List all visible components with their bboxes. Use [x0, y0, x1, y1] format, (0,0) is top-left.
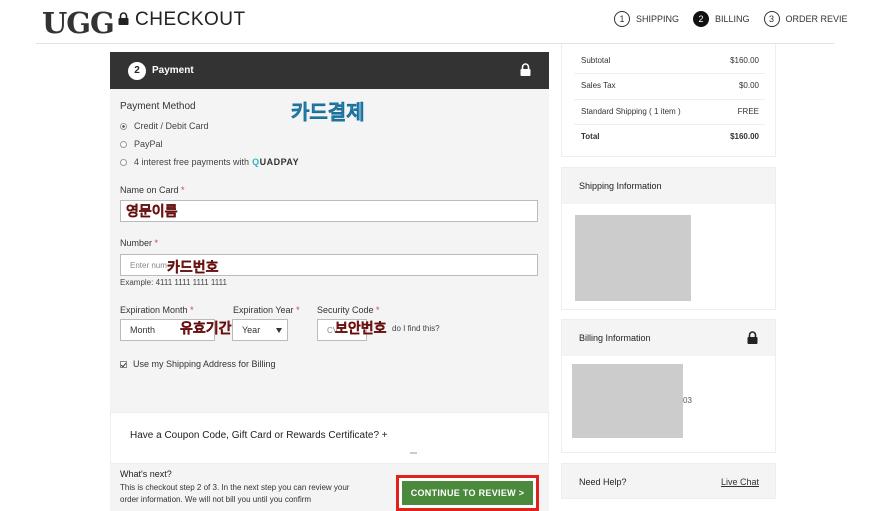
summary-row-total: Total $160.00 [581, 132, 759, 141]
payment-step-number: 2 [128, 61, 146, 80]
shipping-info-header: Shipping Information [562, 168, 775, 204]
security-code-help-link[interactable]: do I find this? [392, 324, 440, 333]
step-shipping[interactable]: 1 SHIPPING [614, 11, 679, 27]
live-chat-link[interactable]: Live Chat [721, 477, 759, 487]
billing-info-header: Billing Information [562, 320, 775, 356]
radio-paypal[interactable]: PayPal [120, 139, 163, 149]
card-number-label: Number * [120, 238, 159, 248]
radio-label: PayPal [134, 139, 163, 149]
whats-next-description: This is checkout step 2 of 3. In the nex… [120, 483, 350, 504]
coupon-handle [410, 452, 417, 454]
redacted-billing-address [572, 364, 683, 438]
need-help-title: Need Help? [579, 477, 627, 487]
continue-to-review-button[interactable]: CONTINUE TO REVIEW > [402, 481, 533, 505]
name-on-card-input[interactable] [120, 200, 538, 222]
use-shipping-address-row[interactable]: Use my Shipping Address for Billing [120, 359, 276, 369]
order-summary: Subtotal $160.00 Sales Tax $0.00 Standard … [561, 44, 776, 157]
radio-icon[interactable] [120, 140, 127, 148]
card-number-example: Example: 4111 1111 1111 1111 [120, 278, 227, 287]
annotation-security-number: 보안번호 [335, 320, 387, 336]
summary-row-sales-tax: Sales Tax $0.00 [581, 81, 759, 90]
name-on-card-label: Name on Card * [120, 185, 185, 195]
step-order-review[interactable]: 3 ORDER REVIE [763, 11, 848, 27]
whats-next-title: What's next? [120, 469, 172, 479]
card-number-placeholder: Enter num [130, 260, 167, 270]
step-billing[interactable]: 2 BILLING [693, 11, 750, 27]
need-help-panel: Need Help? Live Chat [561, 463, 776, 499]
lock-icon [747, 331, 758, 344]
redacted-shipping-address [575, 215, 691, 301]
summary-row-shipping: Standard Shipping ( 1 item ) FREE [581, 107, 759, 116]
billing-info-title: Billing Information [579, 333, 651, 343]
annotation-expiry: 유효기간 [180, 320, 232, 336]
summary-divider [574, 99, 765, 100]
radio-label: 4 interest free payments with [134, 157, 250, 167]
header: UGG CHECKOUT 1 SHIPPING 2 BILLING 3 ORDE… [0, 0, 870, 44]
payment-method-label: Payment Method [120, 101, 196, 112]
annotation-english-name: 영문이름 [126, 203, 178, 219]
page-title: CHECKOUT [135, 9, 246, 30]
billing-address-fragment: 03 [683, 396, 692, 405]
step-number: 1 [614, 11, 630, 27]
summary-divider [574, 73, 765, 74]
payment-header-bar: 2 Payment [110, 52, 549, 89]
step-label: SHIPPING [636, 14, 680, 24]
radio-credit-card[interactable]: Credit / Debit Card [120, 121, 209, 131]
annotation-card-payment: 카드결제 [291, 102, 365, 125]
step-label: ORDER REVIE [785, 14, 848, 24]
exp-year-value: Year [242, 325, 261, 335]
lock-icon [520, 63, 531, 76]
checkout-steps: 1 SHIPPING 2 BILLING 3 ORDER REVIE [614, 11, 862, 27]
quadpay-logo: QUADPAY [252, 157, 300, 167]
continue-highlight: CONTINUE TO REVIEW > [396, 475, 539, 511]
summary-divider [574, 124, 765, 125]
exp-month-value: Month [130, 325, 156, 335]
exp-year-label: Expiration Year * [233, 305, 300, 315]
coupon-toggle[interactable]: Have a Coupon Code, Gift Card or Rewards… [130, 430, 388, 441]
shipping-info-title: Shipping Information [579, 181, 662, 191]
radio-quadpay[interactable]: 4 interest free payments with QUADPAY [120, 157, 299, 167]
exp-month-label: Expiration Month * [120, 305, 194, 315]
step-label: BILLING [715, 14, 750, 24]
ugg-logo[interactable]: UGG [42, 6, 115, 40]
radio-icon[interactable] [120, 158, 127, 166]
shipping-information-panel: Shipping Information [561, 167, 776, 310]
step-number-active: 2 [693, 11, 710, 27]
exp-year-select[interactable]: Year [232, 319, 288, 341]
use-shipping-address-label: Use my Shipping Address for Billing [133, 359, 276, 369]
annotation-card-number: 카드번호 [167, 259, 219, 275]
caret-down-icon [276, 328, 282, 333]
payment-title: Payment [152, 65, 194, 76]
lock-icon [118, 12, 129, 25]
checkout-page: UGG CHECKOUT 1 SHIPPING 2 BILLING 3 ORDE… [0, 0, 870, 511]
coupon-section[interactable]: Have a Coupon Code, Gift Card or Rewards… [110, 412, 549, 464]
billing-information-panel: Billing Information 03 [561, 319, 776, 453]
radio-label: Credit / Debit Card [134, 121, 209, 131]
radio-icon[interactable] [120, 122, 127, 130]
checkbox-icon[interactable] [120, 360, 127, 368]
step-number: 3 [763, 11, 780, 27]
summary-row-subtotal: Subtotal $160.00 [581, 56, 759, 65]
security-code-label: Security Code * [317, 305, 380, 315]
